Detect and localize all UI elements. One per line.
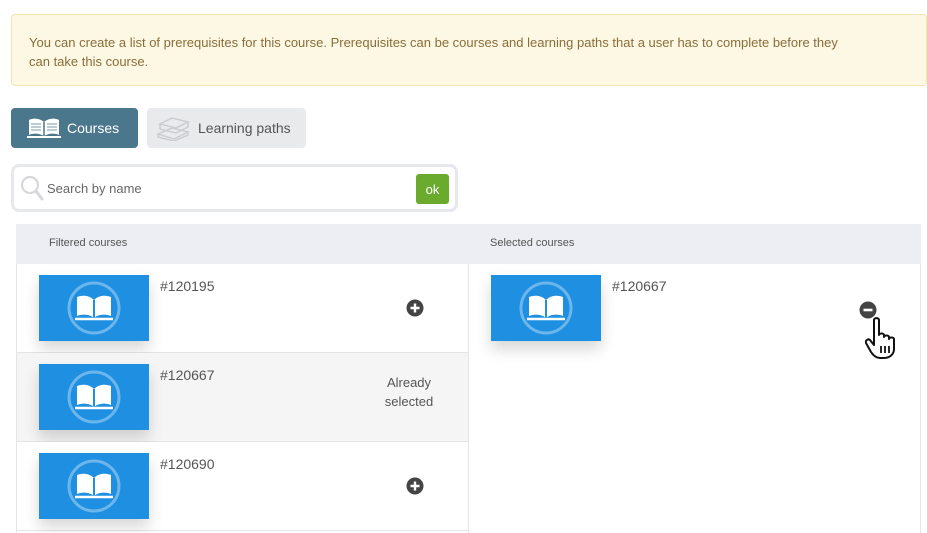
- course-book-icon: [67, 459, 121, 513]
- already-selected-line-1: Already: [386, 375, 432, 390]
- course-thumbnail: [39, 453, 149, 519]
- search-box: ok: [11, 164, 458, 212]
- hand-pointer-cursor-icon: [865, 316, 905, 360]
- add-course-button[interactable]: [406, 477, 424, 495]
- already-selected-line-2: selected: [384, 394, 434, 409]
- search-icon: [19, 174, 45, 207]
- filtered-courses-title: Filtered courses: [49, 237, 128, 249]
- list-item: #120195: [17, 264, 468, 353]
- course-book-icon: [67, 370, 121, 424]
- course-book-icon: [519, 281, 573, 335]
- selected-courses-title: Selected courses: [490, 237, 575, 249]
- search-ok-button[interactable]: ok: [416, 174, 449, 204]
- course-thumbnail: [39, 275, 149, 341]
- stacked-books-icon: [156, 115, 190, 141]
- already-selected-label: Already selected: [369, 373, 449, 411]
- notice-line-1: You can create a list of prerequisites f…: [29, 35, 838, 50]
- plus-circle-icon: [406, 299, 424, 317]
- tab-learning-paths[interactable]: Learning paths: [147, 108, 306, 148]
- list-item: #120667: [469, 264, 920, 359]
- course-thumbnail: [491, 275, 601, 341]
- plus-circle-icon: [406, 477, 424, 495]
- course-id: #120690: [160, 456, 215, 472]
- table-header: Filtered courses Selected courses: [16, 224, 921, 264]
- selected-courses-list: #120667: [469, 264, 921, 533]
- list-item: #120667 Already selected: [17, 353, 468, 442]
- notice-line-2: can take this course.: [29, 54, 149, 69]
- course-id: #120667: [612, 278, 667, 294]
- add-course-button[interactable]: [406, 299, 424, 317]
- course-thumbnail: [39, 364, 149, 430]
- list-item: #120690: [17, 442, 468, 531]
- tab-courses-label: Courses: [67, 120, 120, 136]
- course-id: #120667: [160, 367, 215, 383]
- course-id: #120195: [160, 278, 215, 294]
- prerequisites-notice: You can create a list of prerequisites f…: [11, 14, 927, 86]
- filtered-courses-list: #120195 #120667 Already selected #120690: [16, 264, 469, 533]
- course-book-icon: [67, 281, 121, 335]
- open-book-icon: [27, 117, 61, 139]
- tab-courses[interactable]: Courses: [11, 108, 138, 148]
- tab-learning-paths-label: Learning paths: [198, 120, 291, 136]
- search-input[interactable]: [47, 175, 407, 201]
